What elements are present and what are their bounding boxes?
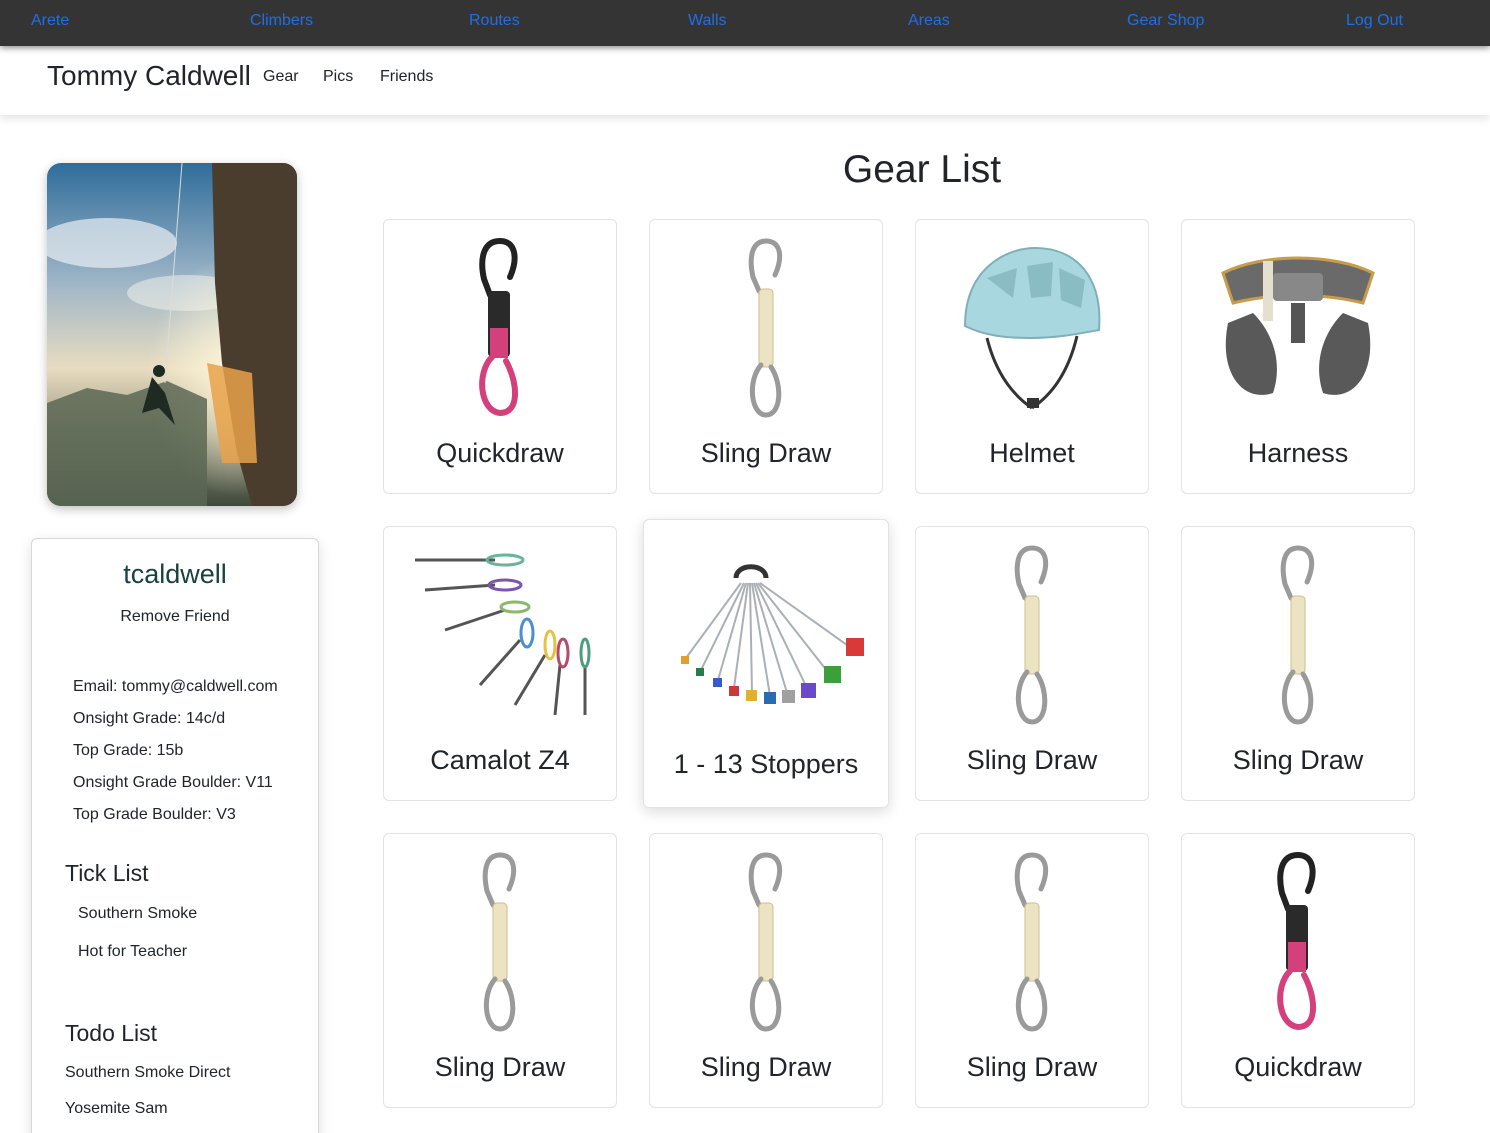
tick-list-heading: Tick List bbox=[65, 860, 149, 886]
todo-list-item[interactable]: Yosemite Sam bbox=[65, 1100, 168, 1118]
todo-list-heading: Todo List bbox=[65, 1020, 158, 1046]
gear-card-label: Sling Draw bbox=[700, 438, 832, 468]
gear-card-label: Sling Draw bbox=[700, 1052, 832, 1082]
gear-card-label: Camalot Z4 bbox=[430, 745, 570, 775]
profile-subheader: Tommy Caldwell Gear Pics Friends bbox=[0, 46, 1490, 115]
gear-card-harness[interactable]: Harness bbox=[1181, 219, 1415, 494]
nav-brand-arete[interactable]: Arete bbox=[31, 12, 69, 30]
camalot-icon bbox=[384, 527, 616, 742]
gear-card-sling-draw[interactable]: Sling Draw bbox=[915, 833, 1149, 1108]
nav-link-climbers[interactable]: Climbers bbox=[250, 12, 313, 30]
helmet-icon bbox=[916, 220, 1148, 435]
gear-card-sling-draw[interactable]: Sling Draw bbox=[649, 219, 883, 494]
subnav-pics[interactable]: Pics bbox=[323, 68, 353, 86]
gear-card-label: Helmet bbox=[989, 438, 1075, 468]
nav-link-log-out[interactable]: Log Out bbox=[1346, 12, 1403, 30]
gear-card-sling-draw[interactable]: Sling Draw bbox=[383, 833, 617, 1108]
profile-photo bbox=[47, 163, 297, 506]
gear-card-label: Quickdraw bbox=[1234, 1052, 1362, 1082]
gear-card-quickdraw[interactable]: Quickdraw bbox=[1181, 833, 1415, 1108]
harness-icon bbox=[1182, 220, 1414, 435]
gear-card-label: Sling Draw bbox=[1232, 745, 1364, 775]
sling-draw-icon bbox=[916, 527, 1148, 742]
nav-link-routes[interactable]: Routes bbox=[469, 12, 520, 30]
gear-card-quickdraw[interactable]: Quickdraw bbox=[383, 219, 617, 494]
gear-card-label: Sling Draw bbox=[434, 1052, 566, 1082]
gear-list-title: Gear List bbox=[842, 148, 1002, 191]
profile-username: tcaldwell bbox=[123, 559, 227, 589]
profile-onsight-grade-boulder: Onsight Grade Boulder: V11 bbox=[73, 774, 273, 791]
gear-card-sling-draw[interactable]: Sling Draw bbox=[649, 833, 883, 1108]
top-navbar: Arete Climbers Routes Walls Areas Gear S… bbox=[0, 0, 1490, 46]
gear-card-label: Harness bbox=[1247, 438, 1349, 468]
nav-link-areas[interactable]: Areas bbox=[908, 12, 950, 30]
sling-draw-icon bbox=[1182, 527, 1414, 742]
gear-card-label: Sling Draw bbox=[966, 745, 1098, 775]
gear-card-camalot-z4[interactable]: Camalot Z4 bbox=[383, 526, 617, 801]
gear-card-helmet[interactable]: Helmet bbox=[915, 219, 1149, 494]
gear-card-label: 1 - 13 Stoppers bbox=[673, 749, 859, 779]
profile-top-grade-boulder: Top Grade Boulder: V3 bbox=[73, 806, 236, 823]
sling-draw-icon bbox=[650, 220, 882, 435]
sling-draw-icon bbox=[916, 834, 1148, 1049]
sling-draw-icon bbox=[650, 834, 882, 1049]
todo-list-item[interactable]: Southern Smoke Direct bbox=[65, 1064, 230, 1082]
profile-email: Email: tommy@caldwell.com bbox=[73, 678, 278, 695]
nav-link-walls[interactable]: Walls bbox=[688, 12, 727, 30]
quickdraw-icon bbox=[1182, 834, 1414, 1049]
remove-friend-button[interactable]: Remove Friend bbox=[32, 608, 318, 626]
stoppers-icon bbox=[644, 520, 888, 745]
profile-top-grade: Top Grade: 15b bbox=[73, 742, 184, 759]
quickdraw-icon bbox=[384, 220, 616, 435]
subnav-gear[interactable]: Gear bbox=[263, 68, 299, 86]
gear-card-label: Quickdraw bbox=[436, 438, 564, 468]
nav-link-gear-shop[interactable]: Gear Shop bbox=[1127, 12, 1204, 30]
subnav-friends[interactable]: Friends bbox=[380, 68, 433, 86]
gear-card-sling-draw[interactable]: Sling Draw bbox=[1181, 526, 1415, 801]
gear-card-label: Sling Draw bbox=[966, 1052, 1098, 1082]
gear-card-sling-draw[interactable]: Sling Draw bbox=[915, 526, 1149, 801]
gear-card-stoppers[interactable]: 1 - 13 Stoppers bbox=[643, 519, 889, 808]
profile-card: tcaldwell Remove Friend Email: tommy@cal… bbox=[31, 538, 319, 1133]
sling-draw-icon bbox=[384, 834, 616, 1049]
profile-name: Tommy Caldwell bbox=[47, 60, 251, 91]
tick-list-item[interactable]: Hot for Teacher bbox=[78, 943, 187, 961]
profile-onsight-grade: Onsight Grade: 14c/d bbox=[73, 710, 226, 727]
tick-list-item[interactable]: Southern Smoke bbox=[78, 905, 197, 923]
